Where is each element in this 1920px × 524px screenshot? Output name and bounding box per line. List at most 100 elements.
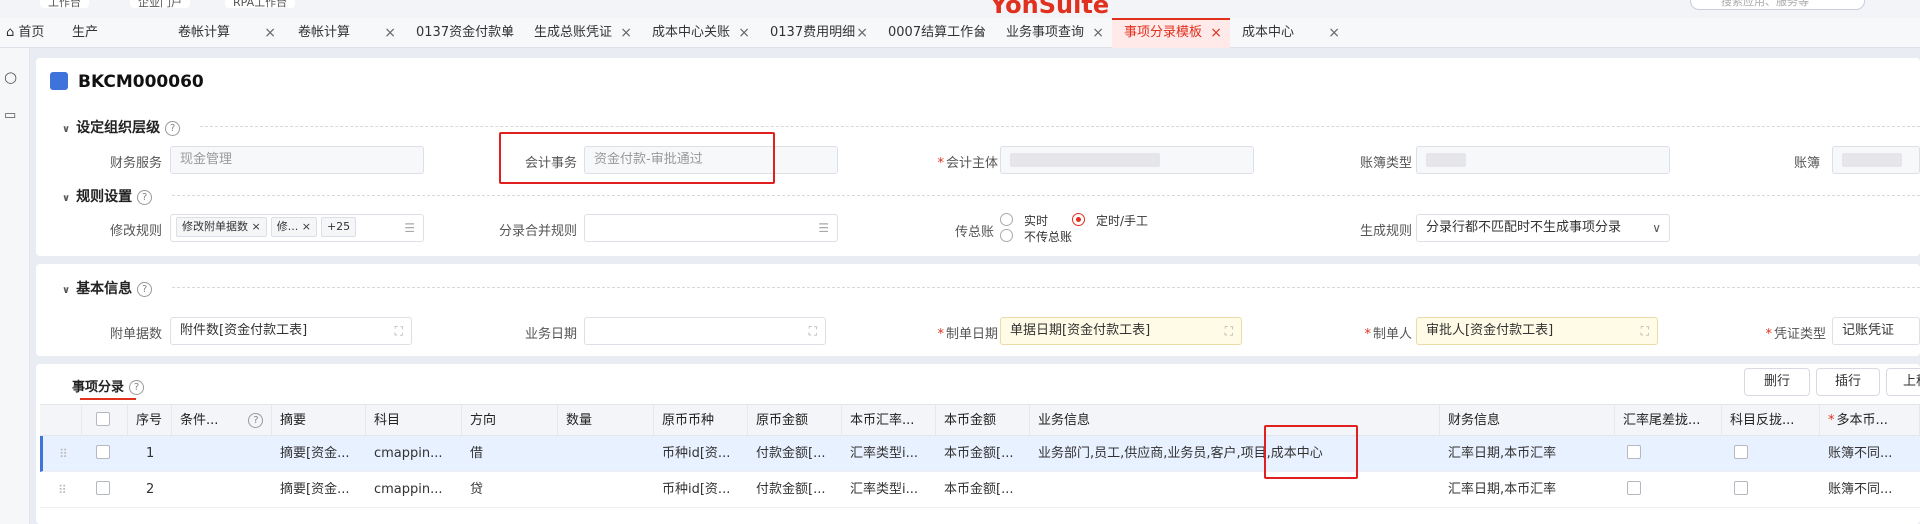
cell-rate[interactable]: 汇率类型i... <box>842 472 936 507</box>
tab-settlement[interactable]: 0007结算工作台 × <box>876 18 994 48</box>
cell-local-amount[interactable]: 本币金额[... <box>936 436 1030 471</box>
section-basic-header[interactable]: ∨ 基本信息? <box>62 278 153 298</box>
expand-icon[interactable]: ⛶ <box>395 318 403 344</box>
list-icon[interactable]: ☰ <box>404 215 415 241</box>
tab-bar: ⌂ 首页 生产 卷帐计算 × 卷帐计算 × 0137资金付款单 × 生成总账凭证 × 成… <box>0 18 1920 48</box>
tab-entries[interactable]: 事项分录? <box>72 376 145 395</box>
cell-summary[interactable]: 摘要[资金... <box>272 436 366 471</box>
tab-rollup-2[interactable]: 卷帐计算 × <box>286 18 404 48</box>
expand-icon[interactable]: ⛶ <box>809 318 817 344</box>
cell-multi-currency[interactable]: 账簿不同... <box>1820 436 1920 471</box>
row-checkbox[interactable] <box>82 472 128 507</box>
cell-biz-info[interactable]: 业务部门,员工,供应商,业务员,客户,项目,成本中心 <box>1030 436 1440 471</box>
box-icon[interactable]: ▭ <box>4 108 16 123</box>
cell-currency[interactable]: 币种id[资... <box>654 472 748 507</box>
cell-summary[interactable]: 摘要[资金... <box>272 472 366 507</box>
merge-rule-field[interactable]: ☰ <box>584 214 838 242</box>
expand-icon[interactable]: ⛶ <box>1225 318 1233 344</box>
cell-amount[interactable]: 付款金额[... <box>748 436 842 471</box>
rule-tag[interactable]: 修... × <box>270 217 317 237</box>
maker-field[interactable]: 审批人[资金付款工表] ⛶ <box>1416 317 1658 345</box>
tab-rollup-1[interactable]: 卷帐计算 × <box>166 18 284 48</box>
cell-subject[interactable]: cmappin... <box>366 436 462 471</box>
cell-multi-currency[interactable]: 账簿不同... <box>1820 472 1920 507</box>
cell-rate[interactable]: 汇率类型i... <box>842 436 936 471</box>
delete-row-button[interactable]: 删行 <box>1744 368 1810 396</box>
tab-entry-template[interactable]: 事项分录模板 × <box>1112 18 1230 48</box>
expand-icon[interactable]: ⛶ <box>1641 318 1649 344</box>
cell-local-amount[interactable]: 本币金额[... <box>936 472 1030 507</box>
more-tag[interactable]: +25 <box>320 217 357 237</box>
section-org-header[interactable]: ∨ 设定组织层级? <box>62 117 181 137</box>
help-icon[interactable]: ? <box>248 413 264 428</box>
cell-currency[interactable]: 币种id[资... <box>654 436 748 471</box>
rule-tag[interactable]: 修改附单据数 × <box>176 217 267 237</box>
move-up-button[interactable]: 上移 <box>1886 368 1920 396</box>
close-icon[interactable]: × <box>264 18 276 48</box>
select-all-checkbox[interactable] <box>82 405 128 435</box>
tab-production[interactable]: 生产 <box>60 18 160 48</box>
help-icon[interactable]: ? <box>137 282 153 297</box>
cell-reverse-checkbox[interactable] <box>1722 472 1820 507</box>
list-icon[interactable]: ☰ <box>818 215 829 241</box>
highlight-box-cost-center <box>1264 425 1358 479</box>
cell-direction[interactable]: 借 <box>462 436 558 471</box>
close-icon[interactable]: × <box>1092 18 1104 48</box>
tab-expense[interactable]: 0137费用明细 × <box>758 18 876 48</box>
book-type-field[interactable] <box>1416 146 1670 174</box>
chevron-down-icon: ∨ <box>1652 221 1661 235</box>
insert-row-button[interactable]: 插行 <box>1816 368 1880 396</box>
tab-home[interactable]: ⌂ 首页 <box>0 18 46 48</box>
cell-amount[interactable]: 付款金额[... <box>748 472 842 507</box>
close-icon[interactable]: × <box>620 18 632 48</box>
gen-rule-select[interactable]: 分录行都不匹配时不生成事项分录 ∨ <box>1416 214 1670 242</box>
close-icon[interactable]: × <box>1210 20 1222 46</box>
help-icon[interactable]: ? <box>137 190 153 205</box>
radio-none[interactable] <box>1000 229 1013 242</box>
tab-gl-voucher[interactable]: 生成总账凭证 × <box>522 18 640 48</box>
cell-subject[interactable]: cmappin... <box>366 472 462 507</box>
section-rule-header[interactable]: ∨ 规则设置? <box>62 186 153 206</box>
tab-biz-query[interactable]: 业务事项查询 × <box>994 18 1112 48</box>
workbench-chip[interactable]: 工作台 <box>40 0 89 9</box>
close-icon[interactable]: × <box>502 18 514 48</box>
voucher-type-field[interactable]: 记账凭证 <box>1832 317 1920 345</box>
cell-biz-info[interactable] <box>1030 472 1440 507</box>
close-icon[interactable]: × <box>384 18 396 48</box>
modify-rule-field[interactable]: 修改附单据数 × 修... × +25 ☰ <box>170 214 424 242</box>
search-icon[interactable]: ○ <box>4 68 17 86</box>
row-checkbox[interactable] <box>82 436 128 471</box>
active-tab-indicator <box>80 398 136 400</box>
close-icon[interactable]: × <box>1328 18 1340 48</box>
rpa-chip[interactable]: RPA工作台 <box>225 0 296 9</box>
radio-realtime[interactable] <box>1000 213 1013 226</box>
close-icon[interactable]: × <box>974 18 986 48</box>
book-field[interactable] <box>1832 146 1920 174</box>
table-row[interactable]: ⠿ 1 摘要[资金... cmappin... 借 币种id[资... 付款金额… <box>40 436 1920 472</box>
entity-field[interactable] <box>1000 146 1254 174</box>
drag-handle-icon[interactable]: ⠿ <box>58 483 67 497</box>
portal-chip[interactable]: 企业门户 <box>130 0 190 9</box>
cell-direction[interactable]: 贷 <box>462 472 558 507</box>
close-icon[interactable]: × <box>856 18 868 48</box>
service-field[interactable]: 现金管理 <box>170 146 424 174</box>
help-icon[interactable]: ? <box>165 121 181 136</box>
cell-rate-diff-checkbox[interactable] <box>1615 436 1722 471</box>
cell-reverse-checkbox[interactable] <box>1722 436 1820 471</box>
tab-payment[interactable]: 0137资金付款单 × <box>404 18 522 48</box>
cell-fin-info[interactable]: 汇率日期,本币汇率 <box>1440 436 1615 471</box>
cell-rate-diff-checkbox[interactable] <box>1615 472 1722 507</box>
radio-manual[interactable] <box>1072 213 1085 226</box>
global-search-input[interactable]: 搜索应用、服务等 <box>1690 0 1865 10</box>
biz-date-field[interactable]: ⛶ <box>584 317 826 345</box>
drag-handle-icon[interactable]: ⠿ <box>59 447 68 461</box>
table-row[interactable]: ⠿ 2 摘要[资金... cmappin... 贷 币种id[资... 付款金额… <box>40 472 1920 508</box>
attach-field[interactable]: 附件数[资金付款工表] ⛶ <box>170 317 412 345</box>
tab-cost-close[interactable]: 成本中心关账 × <box>640 18 758 48</box>
close-icon[interactable]: × <box>738 18 750 48</box>
help-icon[interactable]: ? <box>129 380 145 395</box>
cell-fin-info[interactable]: 汇率日期,本币汇率 <box>1440 472 1615 507</box>
tab-cost-center[interactable]: 成本中心 × <box>1230 18 1348 48</box>
entity-label: * 会计主体 <box>937 156 998 171</box>
make-date-field[interactable]: 单据日期[资金付款工表] ⛶ <box>1000 317 1242 345</box>
